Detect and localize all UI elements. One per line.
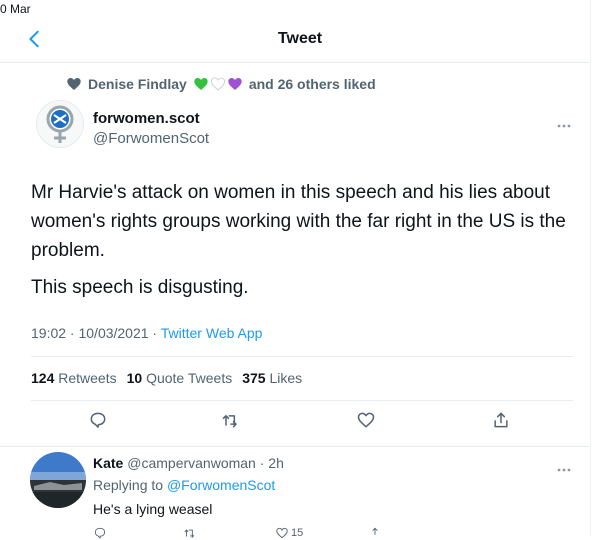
- reply-time: · 2h: [259, 455, 284, 471]
- divider: [31, 356, 573, 357]
- more-options-icon[interactable]: [556, 116, 572, 128]
- author-name[interactable]: forwomen.scot: [93, 110, 200, 127]
- author-handle[interactable]: @ForwomenScot: [93, 130, 209, 147]
- divider: [590, 0, 591, 537]
- divider: [0, 446, 590, 447]
- tweet-meta: 19:02 · 10/03/2021 · Twitter Web App: [31, 325, 262, 341]
- reply-share-icon[interactable]: [368, 526, 382, 540]
- social-context-suffix: and 26 others liked: [248, 76, 376, 92]
- social-context-name: Denise Findlay: [88, 76, 187, 92]
- reply-author-name: Kate: [93, 455, 124, 471]
- reply-likes-count: 15: [291, 527, 304, 539]
- quote-tweets-count[interactable]: 10 Quote Tweets: [127, 370, 233, 386]
- share-icon[interactable]: [491, 410, 515, 434]
- retweets-count[interactable]: 124 Retweets: [31, 370, 117, 386]
- purple-heart-icon: [228, 78, 242, 90]
- like-icon[interactable]: [356, 410, 380, 434]
- nav-bar: Tweet: [0, 22, 600, 60]
- engagement-counts: 124 Retweets 10 Quote Tweets 375 Likes: [31, 370, 302, 386]
- white-heart-icon: [210, 77, 225, 91]
- replying-to-prefix: Replying to: [93, 477, 164, 493]
- source-app-link[interactable]: Twitter Web App: [161, 325, 263, 341]
- divider: [31, 400, 573, 401]
- reply-more-options-icon[interactable]: [556, 460, 572, 472]
- heart-emojis: [193, 76, 243, 92]
- reply-text: He's a lying weasel: [93, 501, 213, 517]
- reply-retweet-icon[interactable]: [183, 526, 197, 540]
- page-title: Tweet: [277, 30, 323, 47]
- avatar[interactable]: [36, 100, 84, 148]
- replying-to-handle[interactable]: @ForwomenScot: [167, 477, 275, 493]
- venus-logo-icon: [46, 105, 74, 143]
- timestamp: 19:02 · 10/03/2021 ·: [31, 325, 161, 341]
- divider: [0, 62, 590, 63]
- reply-icon[interactable]: [88, 410, 112, 434]
- social-context[interactable]: Denise Findlay and 26 others liked: [66, 74, 376, 94]
- reply-like-icon: [276, 527, 288, 539]
- green-heart-icon: [194, 78, 208, 90]
- likes-count[interactable]: 375 Likes: [242, 370, 302, 386]
- reply-like-button[interactable]: 15: [275, 526, 303, 540]
- heart-icon: [67, 78, 81, 90]
- reply-avatar[interactable]: [30, 452, 86, 508]
- tweet-paragraph: This speech is disgusting.: [31, 277, 249, 298]
- landscape-photo: [30, 452, 86, 508]
- status-date: 0 Mar: [0, 2, 31, 16]
- tweet-paragraph: Mr Harvie's attack on women in this spee…: [31, 182, 566, 261]
- tweet-text: Mr Harvie's attack on women in this spee…: [31, 178, 579, 302]
- reply-author[interactable]: Kate @campervanwoman · 2h: [93, 455, 284, 471]
- reply-author-handle: @campervanwoman: [127, 455, 256, 471]
- replying-to: Replying to @ForwomenScot: [93, 477, 275, 493]
- retweet-icon[interactable]: [221, 410, 245, 434]
- reply-reply-icon[interactable]: [93, 526, 107, 540]
